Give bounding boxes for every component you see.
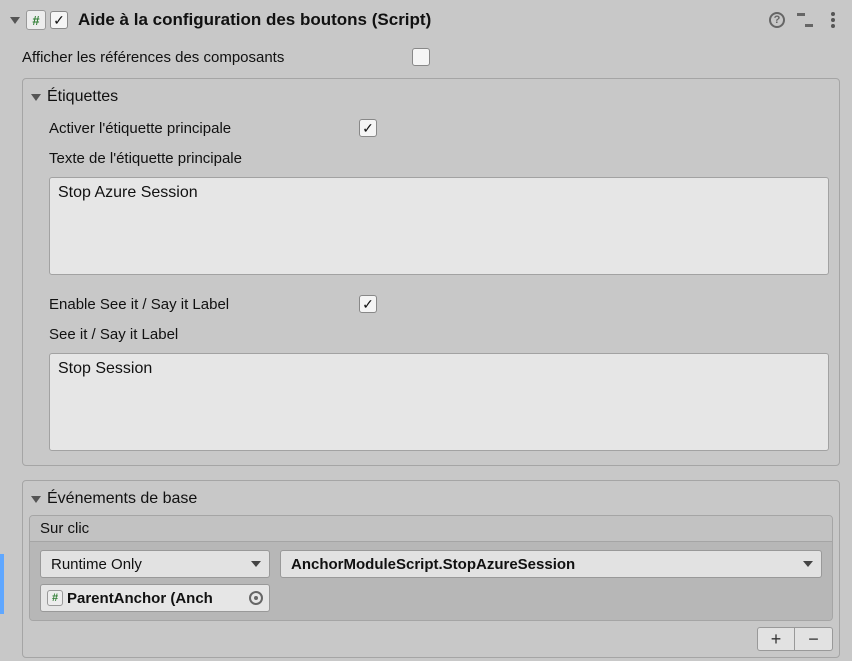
method-dropdown[interactable]: AnchorModuleScript.StopAzureSession [280, 550, 822, 578]
component-enabled-checkbox[interactable] [50, 11, 68, 29]
labels-section-header[interactable]: Étiquettes [29, 85, 833, 109]
script-icon: # [26, 10, 46, 30]
show-refs-checkbox[interactable] [412, 48, 430, 66]
object-picker-icon[interactable] [249, 591, 263, 605]
seeit-text-input[interactable] [49, 353, 829, 451]
add-event-button[interactable]: + [757, 627, 795, 651]
seeit-enable-row: Enable See it / Say it Label [49, 289, 829, 319]
events-section-header[interactable]: Événements de base [29, 487, 833, 511]
main-label-enable-row: Activer l'étiquette principale [49, 113, 829, 143]
main-label-enable-checkbox[interactable] [359, 119, 377, 137]
foldout-toggle-icon [31, 496, 41, 503]
event-add-remove-row: + − [29, 627, 833, 651]
events-section: Événements de base Sur clic Runtime Only… [22, 480, 840, 658]
context-menu-icon[interactable] [824, 11, 842, 29]
chevron-down-icon [803, 561, 813, 567]
foldout-toggle-icon[interactable] [10, 17, 20, 24]
presets-icon[interactable] [796, 11, 814, 29]
target-object-field[interactable]: # ParentAnchor (Anch [40, 584, 270, 612]
component-title: Aide à la configuration des boutons (Scr… [78, 10, 764, 30]
main-label-text-label: Texte de l'étiquette principale [49, 150, 439, 167]
main-label-enable-label: Activer l'étiquette principale [49, 120, 359, 137]
target-object-value: ParentAnchor (Anch [67, 590, 213, 607]
seeit-text-label: See it / Say it Label [49, 326, 439, 343]
method-dropdown-value: AnchorModuleScript.StopAzureSession [291, 556, 575, 573]
help-icon[interactable]: ? [768, 11, 786, 29]
selection-accent [0, 554, 4, 614]
labels-section: Étiquettes Activer l'étiquette principal… [22, 78, 840, 466]
runtime-dropdown-value: Runtime Only [51, 556, 142, 573]
labels-section-title: Étiquettes [47, 88, 118, 106]
seeit-text-label-row: See it / Say it Label [49, 319, 829, 349]
show-refs-row: Afficher les références des composants [22, 42, 840, 72]
component-header: # Aide à la configuration des boutons (S… [6, 6, 846, 34]
onclick-row: Runtime Only AnchorModuleScript.StopAzur… [30, 542, 832, 620]
main-label-text-input[interactable] [49, 177, 829, 275]
header-icons: ? [768, 11, 842, 29]
events-section-title: Événements de base [47, 490, 197, 508]
seeit-enable-label: Enable See it / Say it Label [49, 296, 359, 313]
onclick-event-box: Sur clic Runtime Only AnchorModuleScript… [29, 515, 833, 621]
script-icon: # [47, 590, 63, 606]
onclick-header: Sur clic [30, 516, 832, 542]
chevron-down-icon [251, 561, 261, 567]
remove-event-button[interactable]: − [795, 627, 833, 651]
foldout-toggle-icon [31, 94, 41, 101]
component-body: Afficher les références des composants É… [6, 34, 846, 661]
show-refs-label: Afficher les références des composants [22, 49, 412, 66]
runtime-dropdown[interactable]: Runtime Only [40, 550, 270, 578]
seeit-enable-checkbox[interactable] [359, 295, 377, 313]
main-label-text-label-row: Texte de l'étiquette principale [49, 143, 829, 173]
